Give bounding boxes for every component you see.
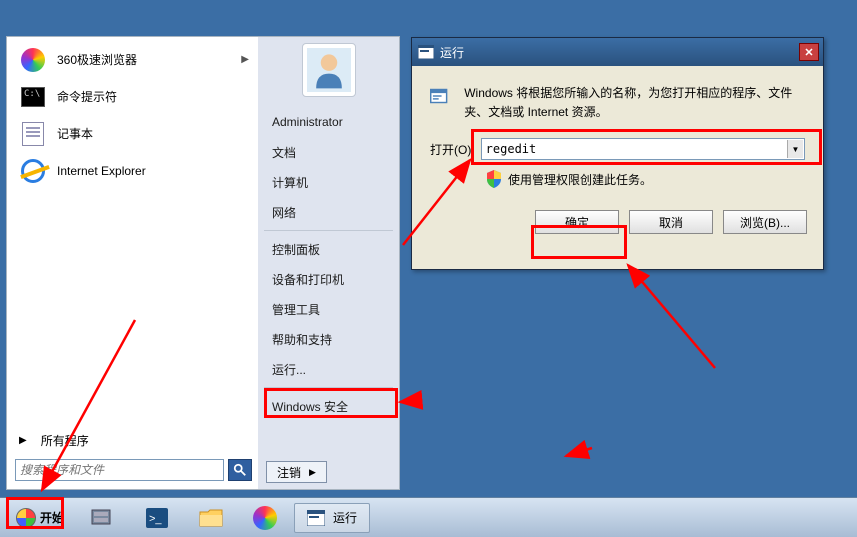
item-label: 计算机 — [272, 174, 308, 191]
network-item[interactable]: 网络 — [258, 197, 399, 227]
item-label: 管理工具 — [272, 301, 320, 318]
item-label: 设备和打印机 — [272, 271, 344, 288]
pinned-app-360browser[interactable]: 360极速浏览器 ▶ — [11, 41, 256, 78]
ok-button[interactable]: 确定 — [535, 210, 619, 234]
item-label: 文档 — [272, 144, 296, 161]
all-programs-label: 所有程序 — [41, 432, 89, 449]
control-panel-item[interactable]: 控制面板 — [258, 234, 399, 264]
taskbar-pinned-360browser[interactable] — [240, 503, 290, 533]
taskbar-pinned-explorer[interactable] — [186, 503, 236, 533]
dropdown-button[interactable]: ▼ — [787, 140, 803, 158]
pinned-app-ie[interactable]: Internet Explorer — [11, 152, 256, 189]
chevron-right-icon: ▶ — [309, 467, 316, 478]
start-button[interactable]: 开始 — [6, 503, 74, 533]
help-support-item[interactable]: 帮助和支持 — [258, 324, 399, 354]
ie-icon — [19, 157, 47, 185]
search-input[interactable] — [15, 459, 224, 481]
run-title-icon — [418, 45, 434, 59]
item-label: Windows 安全 — [272, 398, 348, 415]
item-label: 控制面板 — [272, 241, 320, 258]
item-label: 运行... — [272, 361, 306, 378]
server-manager-icon — [90, 506, 116, 530]
taskbar-task-run[interactable]: 运行 — [294, 503, 370, 533]
run-dialog: 运行 ✕ Windows 将根据您所输入的名称，为您打开相应的程序、文件夹、文档… — [411, 37, 824, 270]
all-programs[interactable]: ▶ 所有程序 — [11, 425, 256, 455]
notepad-icon — [19, 120, 47, 148]
search-button[interactable] — [228, 459, 252, 481]
taskbar-pinned-powershell[interactable]: >_ — [132, 503, 182, 533]
start-label: 开始 — [40, 509, 64, 526]
devices-printers-item[interactable]: 设备和打印机 — [258, 264, 399, 294]
shield-icon — [486, 170, 502, 188]
logout-button[interactable]: 注销 ▶ — [266, 461, 327, 483]
pinned-app-cmd[interactable]: C:\ 命令提示符 — [11, 78, 256, 115]
cmd-icon: C:\ — [19, 83, 47, 111]
run-input[interactable] — [481, 138, 805, 160]
run-body: Windows 将根据您所输入的名称，为您打开相应的程序、文件夹、文档或 Int… — [412, 66, 823, 200]
chevron-down-icon: ▼ — [792, 145, 800, 154]
pinned-app-label: 命令提示符 — [57, 88, 117, 105]
run-task-label: 运行 — [333, 509, 357, 526]
username-label: Administrator — [272, 115, 343, 129]
taskbar-pinned-server-manager[interactable] — [78, 503, 128, 533]
windows-orb-icon — [16, 508, 36, 528]
pinned-app-label: 360极速浏览器 — [57, 51, 137, 68]
run-task-icon — [307, 510, 325, 526]
open-label: 打开(O): — [430, 141, 475, 158]
search-icon — [233, 463, 247, 477]
logout-row: 注销 ▶ — [258, 455, 399, 489]
item-label: 帮助和支持 — [272, 331, 332, 348]
svg-text:>_: >_ — [149, 513, 162, 525]
cancel-button[interactable]: 取消 — [629, 210, 713, 234]
close-button[interactable]: ✕ — [799, 43, 819, 61]
run-open-row: 打开(O): ▼ — [430, 138, 805, 160]
run-item[interactable]: 运行... — [258, 354, 399, 384]
pinned-app-label: Internet Explorer — [57, 164, 146, 178]
run-description-row: Windows 将根据您所输入的名称，为您打开相应的程序、文件夹、文档或 Int… — [430, 84, 805, 122]
computer-item[interactable]: 计算机 — [258, 167, 399, 197]
run-input-wrapper: ▼ — [481, 138, 805, 160]
taskbar: 开始 >_ 运行 — [0, 497, 857, 537]
username-item[interactable]: Administrator — [258, 107, 399, 137]
user-avatar-icon — [307, 48, 351, 92]
admin-text: 使用管理权限创建此任务。 — [508, 171, 652, 188]
run-button-row: 确定 取消 浏览(B)... — [412, 200, 823, 248]
item-label: 网络 — [272, 204, 296, 221]
separator — [264, 387, 393, 388]
windows-security-item[interactable]: Windows 安全 — [258, 391, 399, 421]
start-menu-left-column: 360极速浏览器 ▶ C:\ 命令提示符 记事本 Internet Explor… — [7, 37, 258, 489]
user-picture-frame[interactable] — [302, 43, 356, 97]
run-program-icon — [430, 84, 450, 108]
search-row — [11, 455, 256, 485]
documents-item[interactable]: 文档 — [258, 137, 399, 167]
separator — [264, 230, 393, 231]
close-icon: ✕ — [804, 46, 813, 59]
360-icon — [19, 46, 47, 74]
360-icon — [253, 506, 277, 530]
explorer-icon — [198, 506, 224, 530]
run-description-text: Windows 将根据您所输入的名称，为您打开相应的程序、文件夹、文档或 Int… — [464, 84, 805, 122]
browse-button[interactable]: 浏览(B)... — [723, 210, 807, 234]
submenu-arrow-icon: ▶ — [241, 54, 249, 65]
start-menu: 360极速浏览器 ▶ C:\ 命令提示符 记事本 Internet Explor… — [6, 36, 400, 490]
pinned-app-notepad[interactable]: 记事本 — [11, 115, 256, 152]
pinned-app-label: 记事本 — [57, 125, 93, 142]
triangle-icon: ▶ — [19, 435, 27, 446]
admin-tools-item[interactable]: 管理工具 — [258, 294, 399, 324]
start-menu-right-column: Administrator 文档 计算机 网络 控制面板 设备和打印机 管理工具… — [258, 37, 399, 489]
admin-privileges-note: 使用管理权限创建此任务。 — [486, 170, 805, 188]
run-titlebar[interactable]: 运行 ✕ — [412, 38, 823, 66]
powershell-icon: >_ — [144, 506, 170, 530]
run-title-text: 运行 — [440, 44, 464, 61]
logout-label: 注销 — [277, 464, 301, 481]
